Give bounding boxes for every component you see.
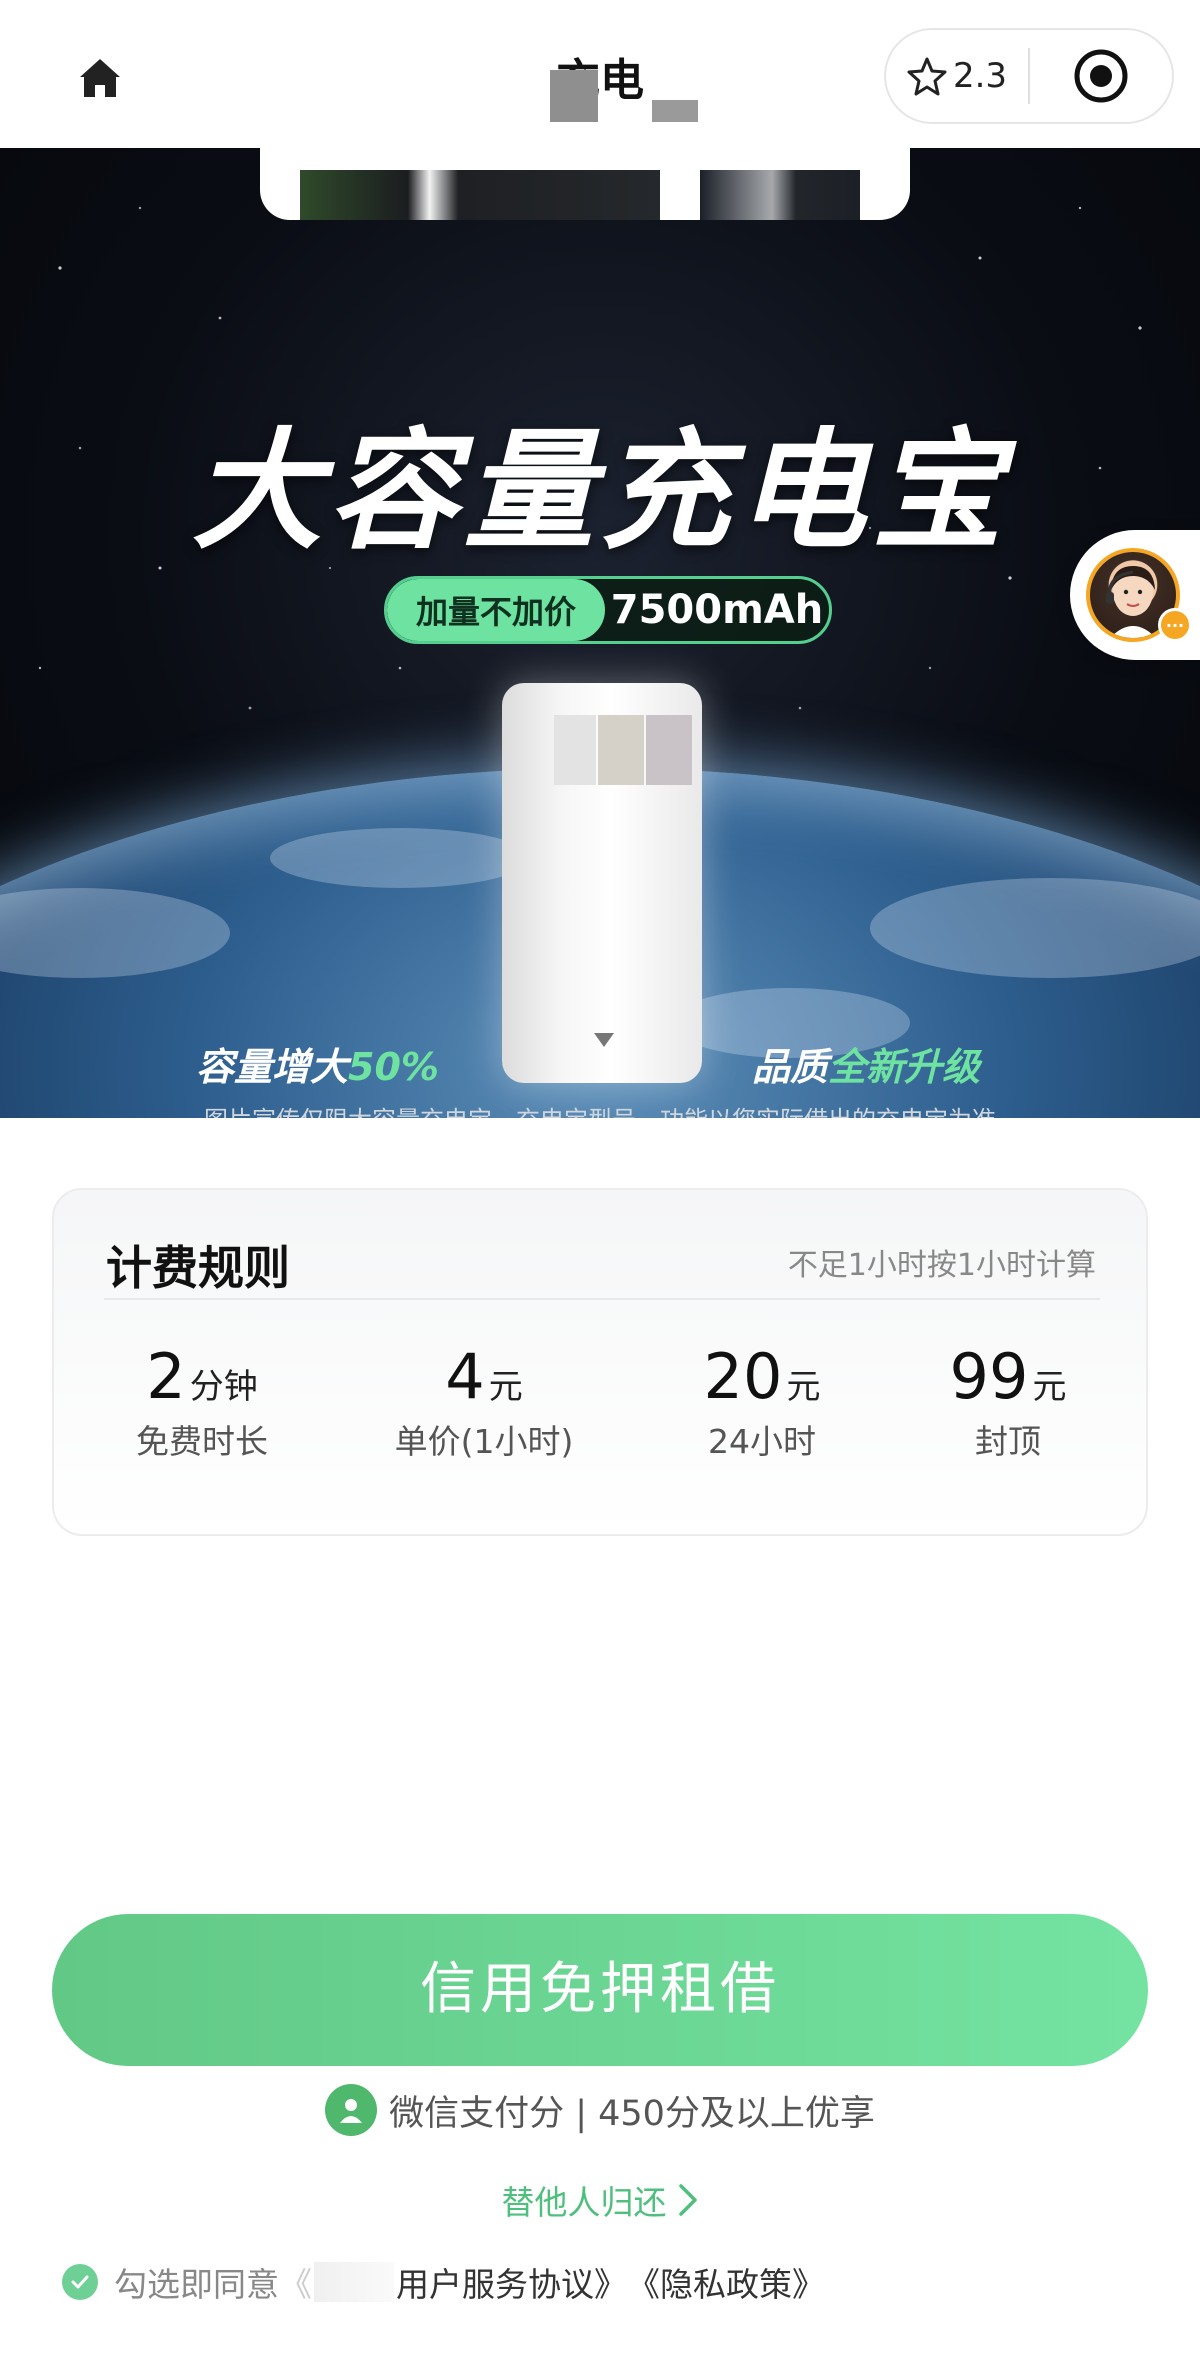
- earth-cloud: [870, 878, 1200, 978]
- promo-banner[interactable]: 大容量充电宝 加量不加价 7500mAh 容量增大50% 品质全新升级 图片宣传…: [0, 148, 1200, 1118]
- redacted-title-prefix: [550, 70, 598, 122]
- banner-top-strip: [260, 148, 910, 220]
- billing-rules-note: 不足1小时按1小时计算: [787, 1248, 1096, 1283]
- redacted-title-suffix: [652, 100, 698, 122]
- capacity-tag: 加量不加价: [387, 579, 605, 641]
- rating-favorite-button[interactable]: 2.3: [886, 30, 1028, 122]
- promo-capacity-increase: 容量增大50%: [196, 1036, 439, 1091]
- price-unit: 元: [1032, 1367, 1067, 1407]
- star-icon: [907, 57, 947, 96]
- power-bank-image: [502, 683, 702, 1083]
- price-value: 20: [703, 1340, 783, 1413]
- redacted-strip: [700, 170, 860, 220]
- close-mini-program-button[interactable]: [1030, 30, 1172, 122]
- billing-rules-card: 计费规则 不足1小时按1小时计算 2 分钟 免费时长 4元 单价(1小时) 20 元…: [52, 1188, 1148, 1536]
- price-item-daily: 20 元 24小时: [652, 1340, 872, 1463]
- price-unit: 分钟: [189, 1367, 258, 1407]
- price-item-free-time: 2 分钟 免费时长: [92, 1340, 312, 1463]
- capacity-pill: 加量不加价 7500mAh: [384, 576, 832, 644]
- power-bank-logo-mark: [594, 1033, 614, 1047]
- target-icon: [1074, 49, 1128, 103]
- promo-left-text: 容量增大: [196, 1045, 349, 1089]
- redacted-logo: [554, 715, 596, 785]
- check-icon: [71, 2275, 89, 2289]
- price-value: 99: [949, 1340, 1029, 1413]
- banner-headline: 大容量充电宝: [191, 415, 1008, 567]
- earth-cloud: [0, 888, 230, 978]
- wechat-pay-score-text: 微信支付分 | 450分及以上优享: [389, 2093, 875, 2134]
- promo-quality-upgrade: 品质全新升级: [752, 1036, 980, 1091]
- redacted-strip: [300, 170, 660, 220]
- mini-program-capsule: 2.3: [884, 28, 1174, 124]
- agreement-row: 勾选即同意 《 用户服务协议》 《隐私政策》: [62, 2258, 825, 2306]
- billing-rules-title: 计费规则: [106, 1241, 290, 1295]
- price-item-cap: 99 元 封顶: [898, 1340, 1118, 1463]
- rating-value: 2.3: [952, 56, 1008, 96]
- credit-rent-button[interactable]: 信用免押租借: [52, 1914, 1148, 2066]
- customer-service-float[interactable]: ···: [1070, 530, 1200, 660]
- promo-right-text: 品质: [752, 1045, 829, 1089]
- price-label: 单价(1小时): [394, 1422, 574, 1461]
- more-dots-icon: ···: [1158, 608, 1192, 642]
- price-item-hourly: 4元 单价(1小时): [364, 1340, 604, 1463]
- price-label: 免费时长: [136, 1422, 268, 1461]
- banner-disclaimer: 图片宣传仅限大容量充电宝，充电宝型号、功能以您实际借出的充电宝为准: [0, 1100, 1200, 1118]
- price-label: 24小时: [708, 1422, 816, 1461]
- promo-left-highlight: 50%: [348, 1045, 439, 1089]
- top-nav-bar: 充电 2.3: [0, 0, 1200, 150]
- price-value: 2: [146, 1340, 186, 1413]
- price-unit: 元: [488, 1367, 523, 1407]
- billing-divider: [104, 1298, 1100, 1300]
- agreement-left-bracket: 《: [279, 2265, 312, 2304]
- agreement-checkbox[interactable]: [62, 2264, 98, 2300]
- price-label: 封顶: [975, 1422, 1041, 1461]
- wechat-pay-score-icon: [325, 2084, 378, 2136]
- wechat-pay-score-row: 微信支付分 | 450分及以上优享: [0, 2084, 1200, 2136]
- capacity-value: 7500mAh: [610, 587, 824, 633]
- agreement-prefix: 勾选即同意: [114, 2265, 279, 2304]
- privacy-policy-link[interactable]: 《隐私政策》: [627, 2258, 825, 2306]
- user-service-agreement-link[interactable]: 用户服务协议》: [396, 2258, 627, 2306]
- redacted-logo: [598, 715, 644, 785]
- redacted-agreement-name: [314, 2262, 394, 2302]
- redacted-logo: [646, 715, 692, 785]
- earth-cloud: [270, 828, 530, 888]
- price-value: 4: [445, 1340, 485, 1413]
- promo-right-highlight: 全新升级: [828, 1045, 981, 1089]
- price-unit: 元: [786, 1367, 821, 1407]
- return-for-others-label: 替他人归还: [501, 2183, 667, 2222]
- return-for-others-link[interactable]: 替他人归还: [0, 2176, 1200, 2224]
- chevron-right-icon: [678, 2184, 697, 2216]
